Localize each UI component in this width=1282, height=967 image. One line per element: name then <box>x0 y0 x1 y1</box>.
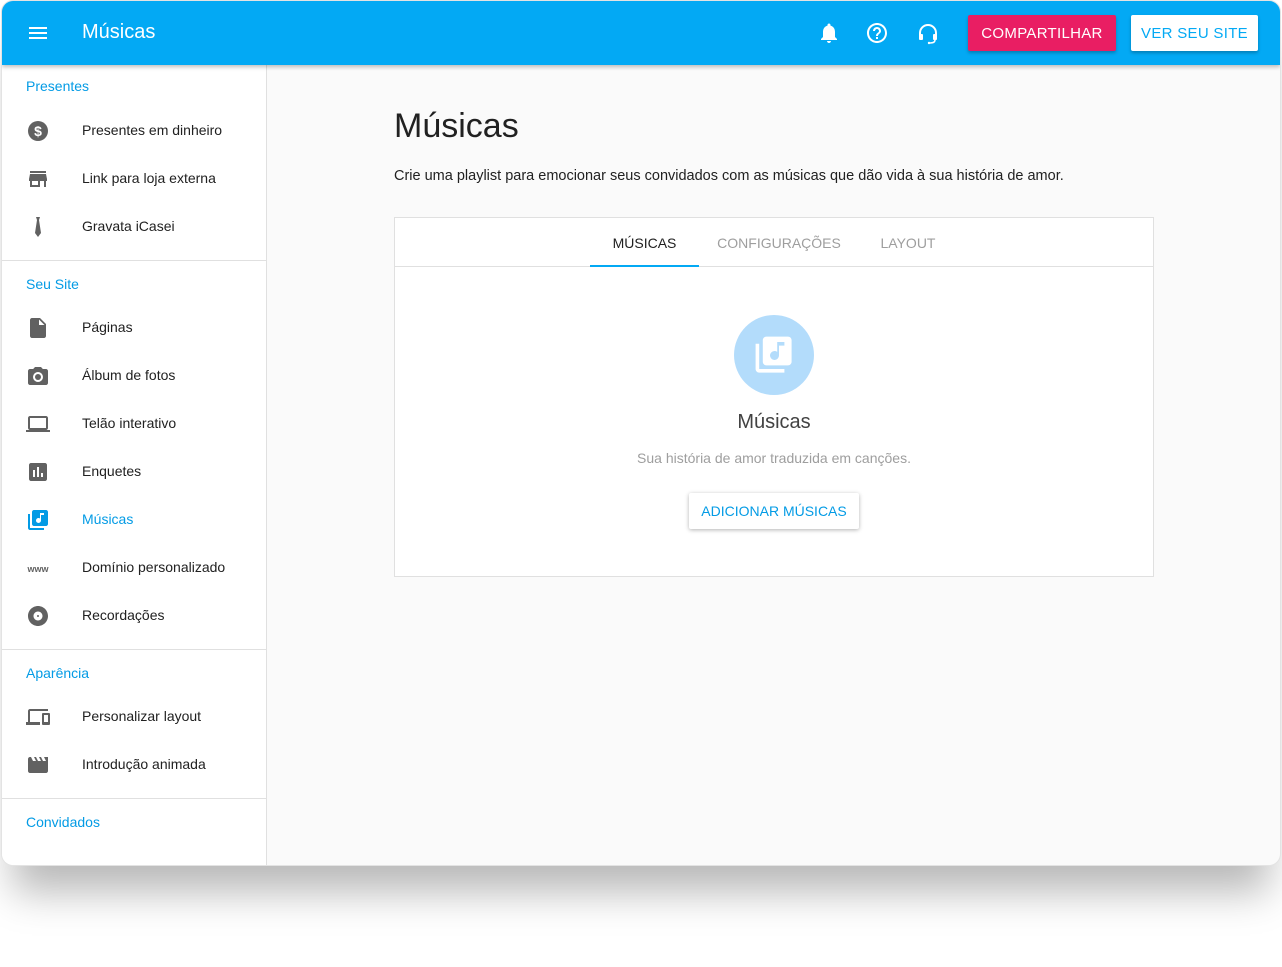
sidebar-item-recordacoes[interactable]: Recordações <box>2 592 266 640</box>
store-icon <box>26 167 50 191</box>
dollar-coin-icon: $ <box>26 119 50 143</box>
sidebar-item-enquetes[interactable]: Enquetes <box>2 448 266 496</box>
sidebar-item-introducao-animada[interactable]: Introdução animada <box>2 741 266 789</box>
sidebar-item-personalizar-layout[interactable]: Personalizar layout <box>2 693 266 741</box>
monitor-icon <box>26 412 50 436</box>
app-window: Músicas COMPARTILHAR VER SEU SITE Presen… <box>1 0 1281 866</box>
devices-icon <box>26 705 50 729</box>
tie-icon <box>26 215 50 239</box>
www-icon: www <box>26 556 50 580</box>
music-library-icon <box>734 315 814 395</box>
add-music-button[interactable]: ADICIONAR MÚSICAS <box>689 493 859 529</box>
sidebar-item-label: Introdução animada <box>82 756 206 772</box>
sidebar-item-label: Telão interativo <box>82 415 177 431</box>
sidebar-item-label: Personalizar layout <box>82 708 202 724</box>
music-card: MÚSICAS CONFIGURAÇÕES LAYOUT Músicas Sua… <box>394 217 1154 577</box>
sidebar-item-link-loja-externa[interactable]: Link para loja externa <box>2 155 266 203</box>
page-title: Músicas <box>394 107 519 145</box>
sidebar-item-telao-interativo[interactable]: Telão interativo <box>2 400 266 448</box>
sidebar-item-presentes-em-dinheiro[interactable]: $ Presentes em dinheiro <box>2 107 266 155</box>
svg-text:www: www <box>26 564 49 574</box>
svg-text:$: $ <box>34 123 42 139</box>
sidebar-item-label: Presentes em dinheiro <box>82 122 223 138</box>
sidebar-item-gravata-icasei[interactable]: Gravata iCasei <box>2 203 266 251</box>
poll-chart-icon <box>26 460 50 484</box>
tab-musicas[interactable]: MÚSICAS <box>590 218 699 267</box>
view-site-button[interactable]: VER SEU SITE <box>1131 15 1258 51</box>
sidebar-item-label: Gravata iCasei <box>82 218 175 234</box>
sidebar-section-aparencia: Aparência <box>26 665 90 681</box>
sidebar: Presentes $ Presentes em dinheiro Link p… <box>2 65 267 865</box>
sidebar-item-label: Recordações <box>82 607 165 623</box>
sidebar-item-musicas[interactable]: Músicas <box>2 496 266 544</box>
page-icon <box>26 316 50 340</box>
tab-configuracoes[interactable]: CONFIGURAÇÕES <box>715 218 843 267</box>
disc-icon <box>26 604 50 628</box>
sidebar-section-convidados[interactable]: Convidados <box>2 806 266 842</box>
camera-icon <box>26 364 50 388</box>
sidebar-item-album-de-fotos[interactable]: Álbum de fotos <box>2 352 266 400</box>
app-bar-title: Músicas <box>82 21 156 43</box>
sidebar-item-label: Álbum de fotos <box>82 367 176 383</box>
sidebar-item-dominio-personalizado[interactable]: www Domínio personalizado <box>2 544 266 592</box>
music-library-icon <box>26 508 50 532</box>
sidebar-section-presentes: Presentes <box>26 78 90 94</box>
sidebar-item-label: Páginas <box>82 319 133 335</box>
tab-bar: MÚSICAS CONFIGURAÇÕES LAYOUT <box>395 218 1153 267</box>
support-headset-icon[interactable] <box>916 21 940 45</box>
clapperboard-icon <box>26 753 50 777</box>
menu-icon[interactable] <box>26 21 50 45</box>
share-button[interactable]: COMPARTILHAR <box>968 15 1116 51</box>
sidebar-section-seu-site: Seu Site <box>26 276 79 292</box>
tab-layout[interactable]: LAYOUT <box>871 218 945 267</box>
bell-icon[interactable] <box>817 21 841 45</box>
sidebar-item-label: Link para loja externa <box>82 170 216 186</box>
sidebar-item-label: Músicas <box>82 511 134 527</box>
page-description: Crie uma playlist para emocionar seus co… <box>394 168 1064 184</box>
sidebar-item-paginas[interactable]: Páginas <box>2 304 266 352</box>
sidebar-item-label: Enquetes <box>82 463 142 479</box>
top-app-bar: Músicas COMPARTILHAR VER SEU SITE <box>2 1 1280 65</box>
sidebar-item-label: Domínio personalizado <box>82 559 226 575</box>
empty-state-subtitle: Sua história de amor traduzida em cançõe… <box>637 450 911 466</box>
main-content: Músicas Crie uma playlist para emocionar… <box>268 65 1280 865</box>
empty-state-title: Músicas <box>737 411 811 433</box>
help-icon[interactable] <box>865 21 889 45</box>
